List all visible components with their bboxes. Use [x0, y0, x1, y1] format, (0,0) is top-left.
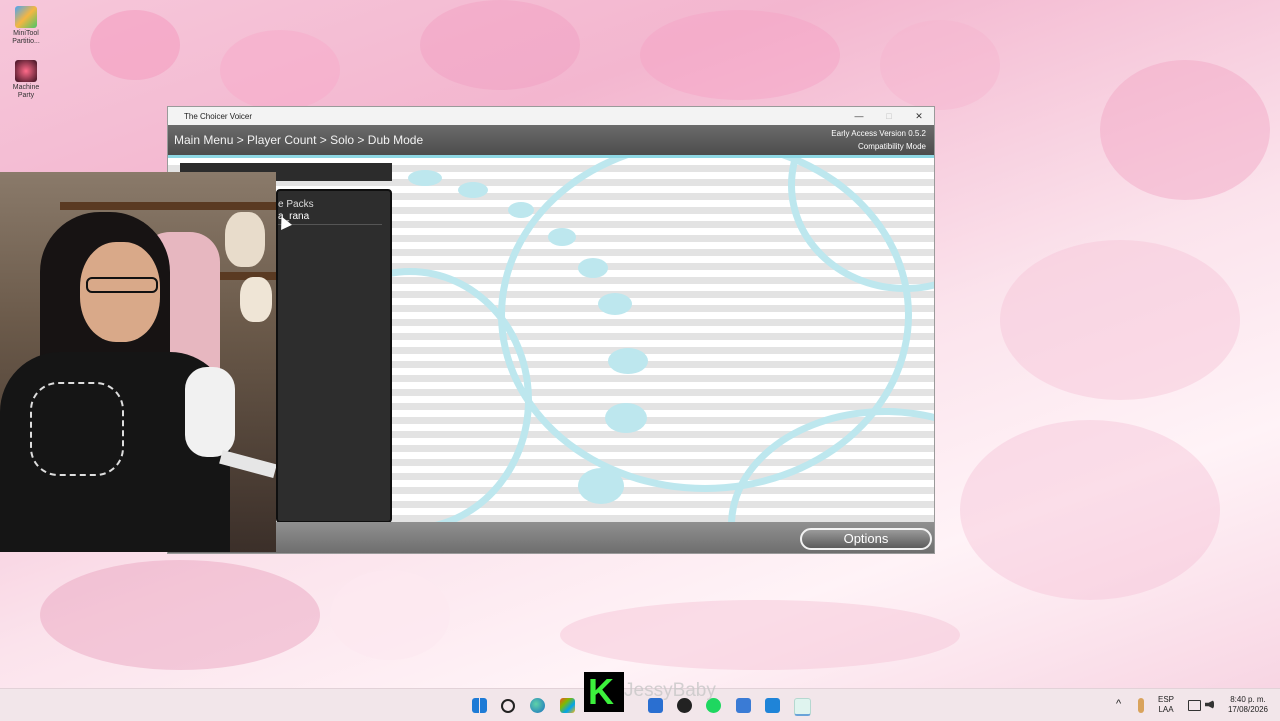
breadcrumb: Main Menu > Player Count > Solo > Dub Mo…: [174, 133, 424, 147]
stream-logo-letter: K: [588, 671, 614, 712]
choicer-voicer-taskbar-icon[interactable]: [794, 698, 811, 716]
ms-store-icon[interactable]: [560, 698, 575, 713]
desktop-icon-label: Machine Party: [12, 84, 40, 99]
version-info: Early Access Version 0.5.2 Compatibility…: [831, 127, 926, 153]
blossom-decoration: [420, 0, 580, 90]
blossom-decoration: [90, 10, 180, 80]
dot-decoration: [408, 170, 442, 186]
volume-icon[interactable]: [1205, 700, 1214, 709]
blossom-decoration: [220, 30, 340, 110]
desktop-icon-minitool[interactable]: MiniTool Partitio...: [4, 6, 48, 46]
dot-decoration: [578, 258, 608, 278]
windows-start-icon[interactable]: [472, 698, 487, 713]
dot-decoration: [608, 348, 648, 374]
streamer-name: JessyBaby: [624, 680, 716, 701]
plush-toy: [240, 277, 272, 322]
header-bar: Main Menu > Player Count > Solo > Dub Mo…: [168, 125, 934, 155]
dot-decoration: [458, 182, 488, 198]
blossom-decoration: [1000, 240, 1240, 400]
dot-decoration: [508, 202, 534, 218]
notepad-icon[interactable]: [736, 698, 751, 713]
minitool-app-icon: [15, 6, 37, 28]
dot-decoration: [578, 468, 624, 504]
pack-list-item[interactable]: a_rana: [278, 211, 382, 225]
microphone: [185, 367, 235, 457]
shelf-decoration: [60, 202, 276, 210]
glasses: [86, 277, 158, 293]
sketch-app-icon[interactable]: [765, 698, 780, 713]
language-indicator[interactable]: ESP LAA: [1158, 695, 1174, 715]
tray-chevron-icon[interactable]: ^: [1116, 699, 1121, 710]
app-window: The Choicer Voicer — □ ✕ Main Menu > Pla…: [167, 106, 935, 554]
machine-party-app-icon: [15, 60, 37, 82]
language-code: ESP: [1158, 695, 1175, 704]
hoodie-print: [30, 382, 124, 476]
window-title: The Choicer Voicer: [184, 111, 253, 121]
keyboard-layout: LAA: [1158, 705, 1174, 714]
compatibility-label: Compatibility Mode: [857, 142, 926, 151]
desktop-icon-label: MiniTool Partitio...: [12, 30, 40, 45]
blossom-decoration: [880, 20, 1000, 110]
blossom-decoration: [1100, 60, 1270, 200]
footer-bar: Options: [168, 522, 934, 553]
stream-logo: K: [584, 672, 624, 712]
close-button[interactable]: ✕: [904, 111, 934, 122]
blossom-decoration: [560, 600, 960, 670]
search-icon[interactable]: [501, 699, 515, 713]
clock[interactable]: 8:40 p. m. 17/08/2026: [1222, 695, 1274, 715]
network-icon[interactable]: [1188, 700, 1201, 711]
dot-decoration: [605, 403, 647, 433]
desktop-icon-machine-party[interactable]: Machine Party: [4, 60, 48, 100]
minimize-button[interactable]: —: [844, 111, 874, 121]
webcam-overlay: [0, 172, 276, 552]
edge-browser-icon[interactable]: [530, 698, 545, 713]
plush-toy: [225, 212, 265, 267]
blossom-decoration: [40, 560, 320, 670]
pack-list-panel: e Packs a_rana: [276, 189, 392, 523]
version-label: Early Access Version 0.5.2: [831, 129, 926, 138]
blossom-decoration: [960, 420, 1220, 600]
window-titlebar[interactable]: The Choicer Voicer — □ ✕: [168, 107, 934, 125]
microphone-tray-icon[interactable]: [1138, 698, 1144, 713]
pack-list-title: e Packs: [278, 199, 314, 210]
maximize-button[interactable]: □: [874, 111, 904, 121]
clock-time: 8:40 p. m.: [1230, 695, 1266, 704]
blossom-decoration: [640, 10, 840, 100]
blossom-decoration: [330, 570, 450, 660]
dot-decoration: [598, 293, 632, 315]
clock-date: 17/08/2026: [1227, 705, 1269, 714]
options-button[interactable]: Options: [800, 528, 932, 550]
dot-decoration: [548, 228, 576, 246]
